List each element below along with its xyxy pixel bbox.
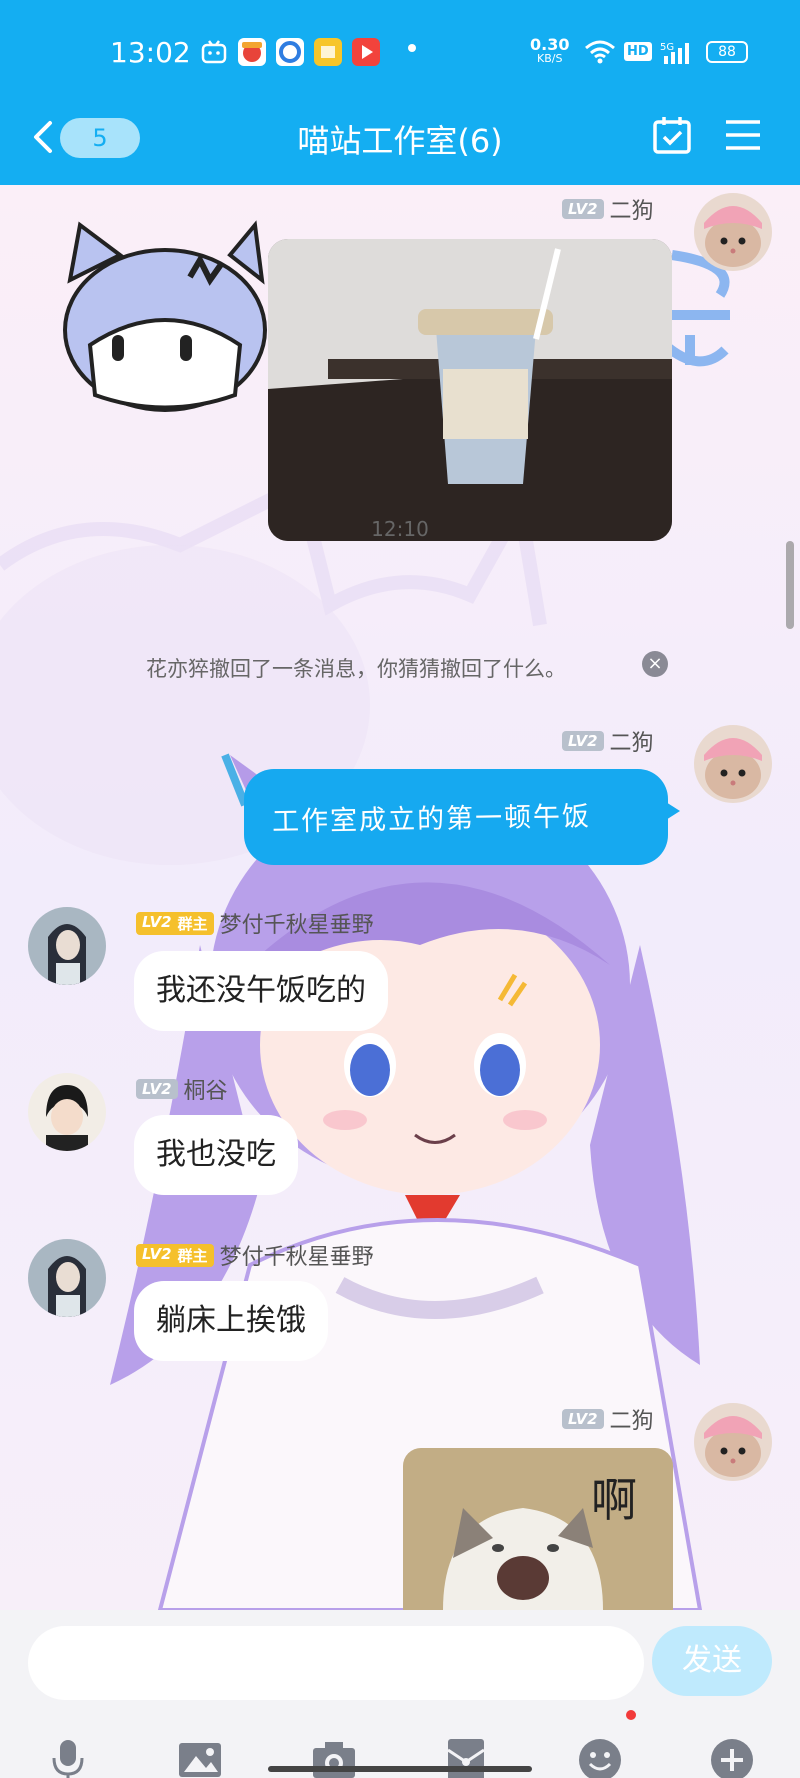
signal-icon: 5G	[660, 40, 694, 66]
owner-badge: LV2 群主	[136, 1243, 214, 1267]
sender-name-row: LV2 桐谷	[136, 1073, 228, 1105]
shopping-app-icon	[238, 38, 266, 66]
avatar-ergou[interactable]	[694, 725, 772, 803]
wifi-icon	[584, 40, 616, 64]
message-bubble-own[interactable]: 工作室成立的第一顿午饭	[244, 769, 668, 865]
bubble-tail	[658, 797, 680, 825]
plus-icon[interactable]	[708, 1736, 756, 1778]
network-speed: 0.30 KB/S	[530, 35, 570, 66]
notification-dot	[408, 44, 416, 52]
cat-meme-image[interactable]: 啊	[403, 1448, 673, 1610]
time-divider: 12:10	[371, 517, 429, 541]
svg-text:5G: 5G	[660, 42, 674, 53]
sender-name: 梦付千秋星垂野	[219, 913, 374, 938]
hd-badge: HD	[624, 42, 652, 61]
image-caption: 啊	[591, 1473, 637, 1527]
status-bar: 13:02 0.30 KB/S HD 5G 88	[0, 0, 800, 105]
sender-name-row: LV2 群主 梦付千秋星垂野	[136, 1239, 374, 1271]
sender-name-row: LV2 二狗	[562, 193, 654, 225]
sender-name: 二狗	[609, 731, 654, 756]
recall-text: 花亦猝撤回了一条消息，你猜猜撤回了什么。	[146, 657, 566, 681]
level-badge: LV2	[562, 1409, 604, 1429]
sender-name-row: LV2 二狗	[562, 725, 654, 757]
scrollbar[interactable]	[786, 541, 794, 629]
message-bubble[interactable]: 我也没吃	[134, 1115, 298, 1195]
avatar-mengfu[interactable]	[28, 907, 106, 985]
sender-name-row: LV2 二狗	[562, 1403, 654, 1435]
level-badge: LV2	[136, 1079, 178, 1099]
close-icon[interactable]: ×	[642, 651, 668, 677]
microphone-icon[interactable]	[44, 1736, 92, 1778]
food-photo[interactable]	[268, 239, 672, 541]
owner-badge: LV2 群主	[136, 911, 214, 935]
new-emoji-dot	[626, 1710, 636, 1720]
message-bubble[interactable]: 我还没午饭吃的	[134, 951, 388, 1031]
input-bar: 发送	[0, 1610, 800, 1778]
avatar-mengfu[interactable]	[28, 1239, 106, 1317]
video-app-icon	[352, 38, 380, 66]
sender-name: 二狗	[609, 199, 654, 224]
avatar-ergou[interactable]	[694, 193, 772, 271]
home-indicator[interactable]	[268, 1766, 532, 1772]
sender-name: 二狗	[609, 1409, 654, 1434]
image-icon[interactable]	[176, 1736, 224, 1778]
avatar-ergou[interactable]	[694, 1403, 772, 1481]
message-text: 工作室成立的第一顿午饭	[271, 801, 592, 838]
top-header: 13:02 0.30 KB/S HD 5G 88 5 喵站工作室(6)	[0, 0, 800, 185]
calendar-check-icon[interactable]	[652, 115, 692, 155]
notes-app-icon	[314, 38, 342, 66]
level-badge: LV2	[562, 199, 604, 219]
message-input[interactable]	[28, 1626, 644, 1700]
chat-area[interactable]: LV2 二狗 12:10 花亦猝撤回了一条消息，你猜猜撤回了什么。 × LV2 …	[0, 185, 800, 1610]
menu-icon[interactable]	[724, 118, 762, 152]
send-button[interactable]: 发送	[652, 1626, 772, 1696]
avatar-tonggu[interactable]	[28, 1073, 106, 1151]
status-time: 13:02	[110, 36, 191, 69]
sender-name: 桐谷	[183, 1079, 228, 1104]
chibi-sticker	[63, 220, 267, 412]
emoji-icon[interactable]	[576, 1736, 624, 1778]
battery-indicator: 88	[706, 41, 748, 63]
level-badge: LV2	[562, 731, 604, 751]
message-bubble[interactable]: 躺床上挨饿	[134, 1281, 328, 1361]
browser-app-icon	[276, 38, 304, 66]
sender-name: 梦付千秋星垂野	[219, 1245, 374, 1270]
sender-name-row: LV2 群主 梦付千秋星垂野	[136, 907, 374, 939]
bilibili-tv-icon	[200, 38, 228, 66]
